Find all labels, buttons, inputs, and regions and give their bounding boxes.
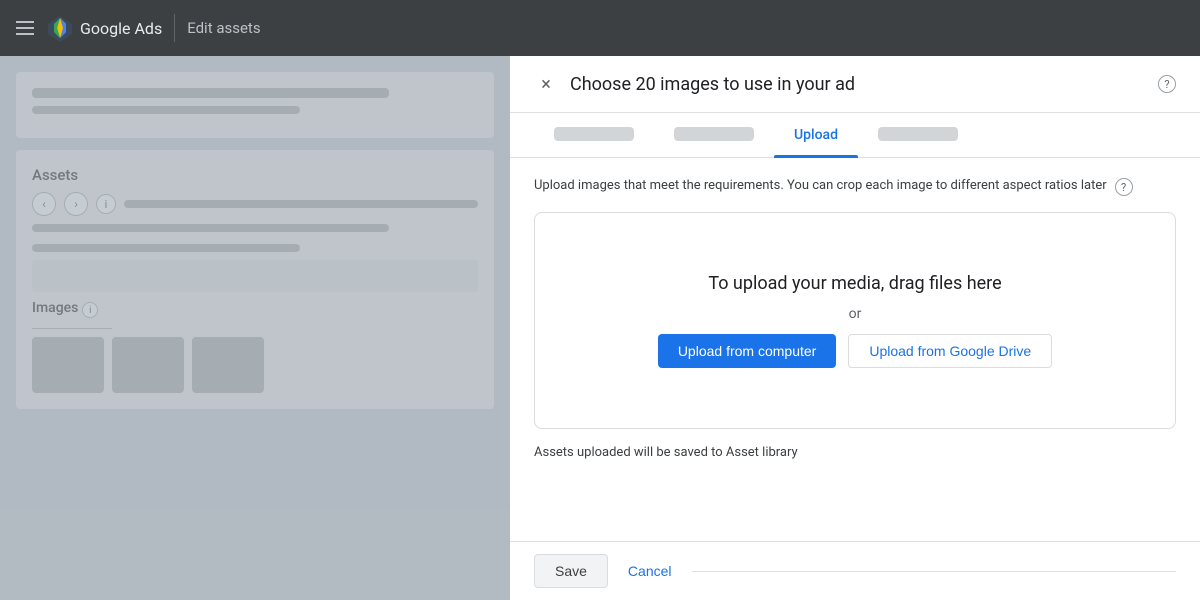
info-help-icon[interactable]: ?	[1115, 178, 1133, 196]
dialog-footer: Save Cancel	[510, 541, 1200, 600]
image-thumb-3	[192, 337, 264, 393]
footer-line	[692, 571, 1176, 572]
dropzone[interactable]: To upload your media, drag files here or…	[534, 212, 1176, 429]
asset-line-1	[32, 224, 389, 232]
upload-computer-button[interactable]: Upload from computer	[658, 334, 837, 368]
prev-button[interactable]: ‹	[32, 192, 56, 216]
close-button[interactable]: ×	[534, 72, 558, 96]
nav-row: ‹ › i	[32, 192, 478, 216]
gray-line-2	[32, 106, 300, 114]
images-info-icon[interactable]: i	[82, 302, 98, 318]
dialog-header: × Choose 20 images to use in your ad ?	[510, 56, 1200, 113]
upload-gdrive-button[interactable]: Upload from Google Drive	[848, 334, 1052, 368]
assets-title: Assets	[32, 166, 478, 184]
dropzone-drag-text: To upload your media, drag files here	[708, 273, 1001, 294]
hamburger-menu[interactable]	[16, 21, 34, 35]
google-ads-logo: Google Ads	[46, 14, 162, 42]
images-info: Images i	[32, 300, 478, 320]
help-icon[interactable]: ?	[1158, 75, 1176, 93]
tab-placeholder-3[interactable]	[878, 127, 958, 141]
asset-library-note: Assets uploaded will be saved to Asset l…	[534, 445, 1176, 460]
asset-input[interactable]	[32, 260, 478, 292]
next-button[interactable]: ›	[64, 192, 88, 216]
save-button[interactable]: Save	[534, 554, 608, 588]
info-icon[interactable]: i	[96, 194, 116, 214]
right-panel: × Choose 20 images to use in your ad ? U…	[510, 56, 1200, 600]
top-bar-section: Edit assets	[187, 19, 260, 37]
top-bar: Google Ads Edit assets	[0, 0, 1200, 56]
dialog-title: Choose 20 images to use in your ad	[570, 74, 1146, 95]
app-title: Google Ads	[80, 19, 162, 38]
info-text: Upload images that meet the requirements…	[534, 178, 1176, 196]
top-bar-divider	[174, 14, 175, 42]
tab-placeholder-1[interactable]	[554, 127, 634, 141]
nav-bar-line	[124, 200, 478, 208]
main-layout: Assets ‹ › i Images i	[0, 56, 1200, 600]
images-divider	[32, 328, 112, 329]
dropzone-or-text: or	[849, 306, 862, 322]
images-title: Images	[32, 300, 78, 316]
image-thumb-1	[32, 337, 104, 393]
cancel-button[interactable]: Cancel	[624, 555, 676, 587]
dialog-body: Upload images that meet the requirements…	[510, 158, 1200, 541]
gray-card-top	[16, 72, 494, 138]
tab-placeholder-2[interactable]	[674, 127, 754, 141]
tab-upload[interactable]: Upload	[774, 113, 858, 157]
gray-line-1	[32, 88, 389, 98]
assets-card: Assets ‹ › i Images i	[16, 150, 494, 409]
upload-buttons: Upload from computer Upload from Google …	[658, 334, 1052, 368]
image-thumb-2	[112, 337, 184, 393]
left-panel: Assets ‹ › i Images i	[0, 56, 510, 600]
tabs-row: Upload	[510, 113, 1200, 158]
google-ads-icon	[46, 14, 74, 42]
image-thumbnails	[32, 337, 478, 393]
asset-line-2	[32, 244, 300, 252]
